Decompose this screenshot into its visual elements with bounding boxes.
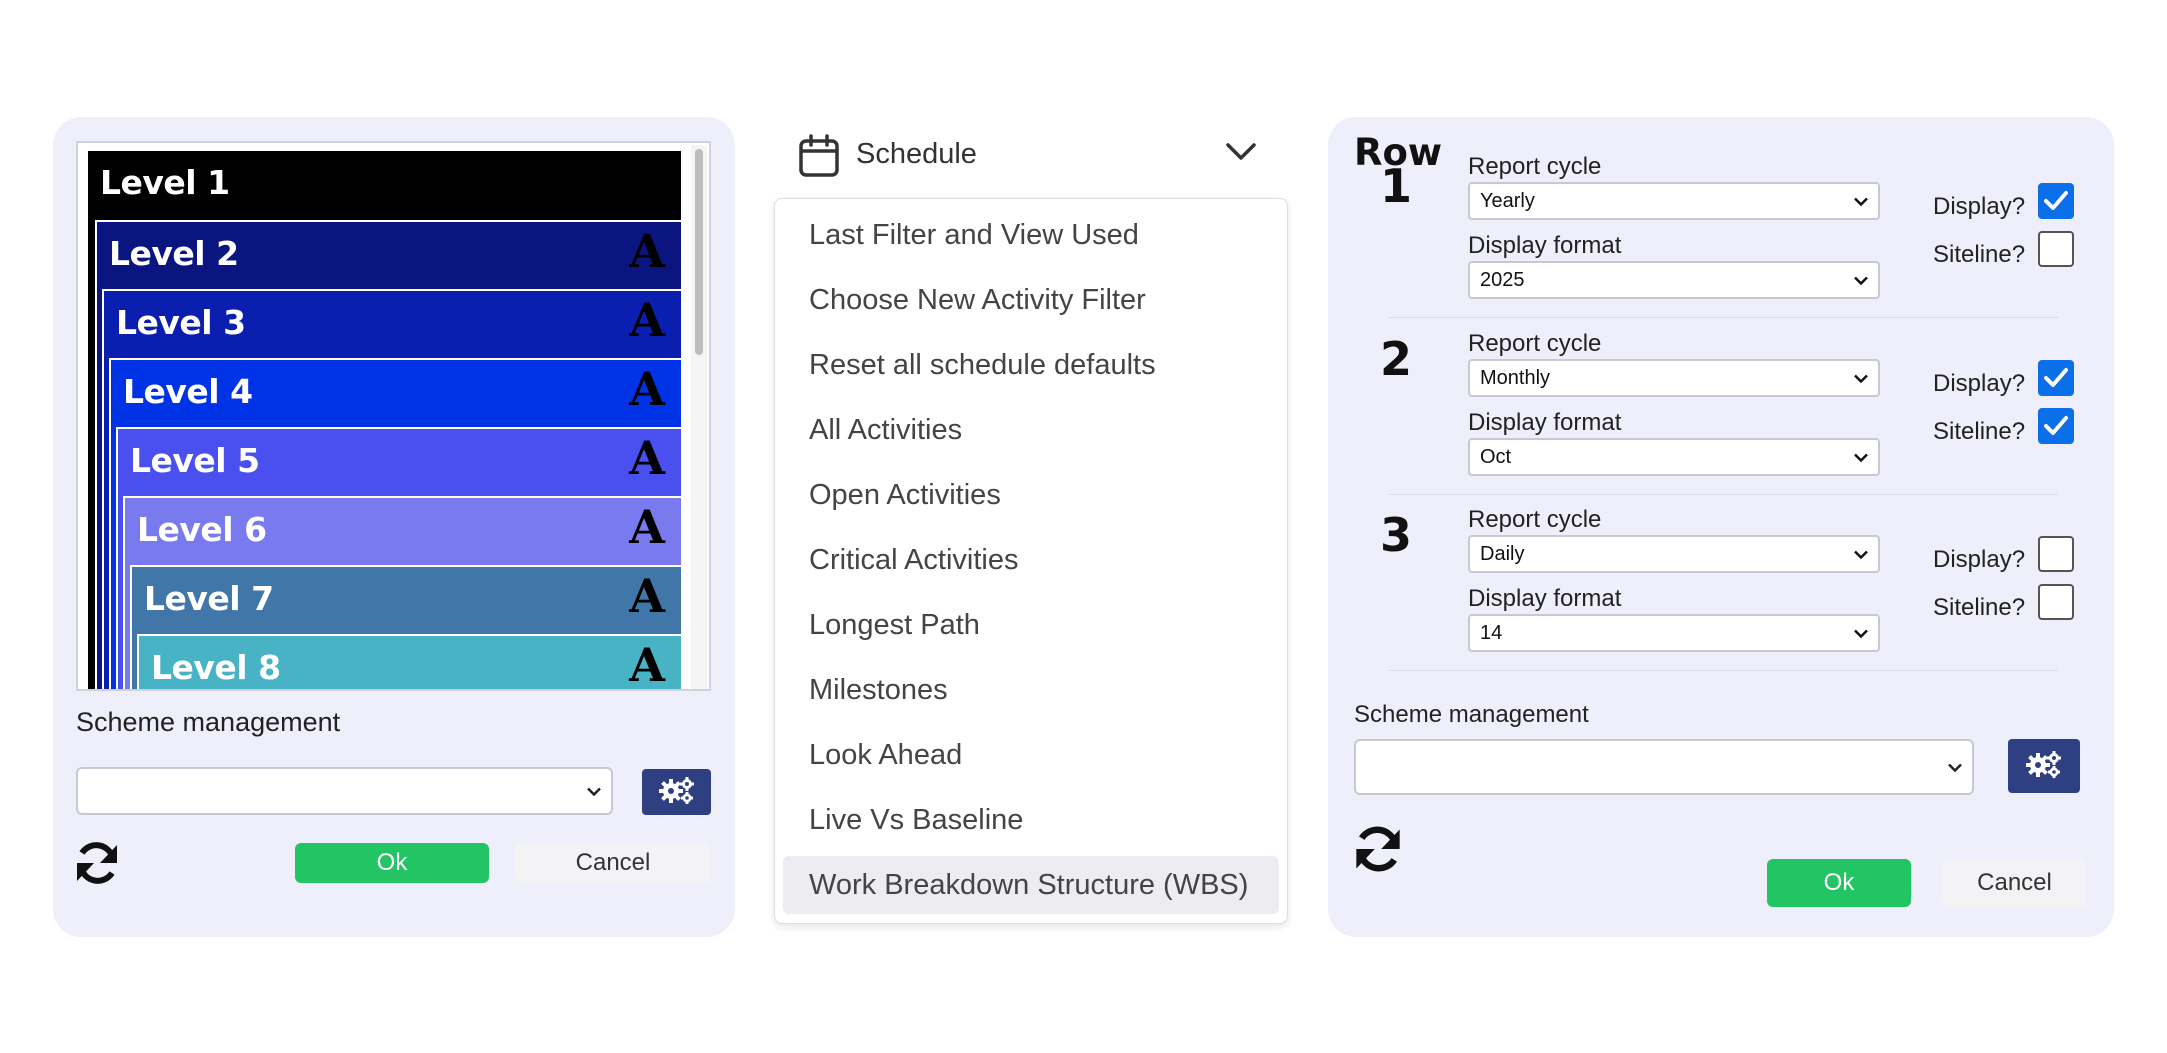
display-format-select[interactable]: 14 bbox=[1468, 614, 1880, 652]
chevron-down-icon bbox=[1226, 142, 1256, 167]
font-style-icon[interactable]: A bbox=[629, 228, 665, 274]
siteline-label: Siteline? bbox=[1933, 241, 2026, 268]
level-label: Level 8 bbox=[151, 648, 281, 687]
checkmark-icon bbox=[2044, 191, 2068, 210]
level-label: Level 1 bbox=[100, 163, 230, 202]
cancel-button[interactable]: Cancel bbox=[1943, 859, 2086, 907]
report-cycle-select[interactable]: Yearly bbox=[1468, 182, 1880, 220]
display-label: Display? bbox=[1933, 370, 2026, 397]
chevron-down-icon bbox=[1854, 190, 1868, 213]
siteline-checkbox[interactable] bbox=[2038, 584, 2074, 620]
font-style-icon[interactable]: A bbox=[629, 642, 665, 688]
level-label: Level 3 bbox=[116, 303, 246, 342]
chevron-down-icon bbox=[1854, 622, 1868, 645]
display-format-value: 14 bbox=[1480, 621, 1503, 644]
ok-button[interactable]: Ok bbox=[295, 843, 489, 883]
report-cycle-value: Daily bbox=[1480, 542, 1525, 565]
display-label: Display? bbox=[1933, 193, 2026, 220]
level-label: Level 5 bbox=[130, 441, 260, 480]
checkmark-icon bbox=[2044, 416, 2068, 435]
menu-item[interactable]: Last Filter and View Used bbox=[783, 206, 1279, 264]
checkmark-icon bbox=[2044, 368, 2068, 387]
display-checkbox[interactable] bbox=[2038, 183, 2074, 219]
scheme-management-label: Scheme management bbox=[76, 707, 341, 737]
display-format-label: Display format bbox=[1468, 585, 1622, 612]
report-cycle-label: Report cycle bbox=[1468, 506, 1602, 533]
display-label: Display? bbox=[1933, 546, 2026, 573]
menu-item[interactable]: Look Ahead bbox=[783, 726, 1279, 784]
chevron-down-icon bbox=[1854, 269, 1868, 292]
display-format-value: 2025 bbox=[1480, 268, 1525, 291]
menu-item[interactable]: Choose New Activity Filter bbox=[783, 271, 1279, 329]
menu-item[interactable]: All Activities bbox=[783, 401, 1279, 459]
font-style-icon[interactable]: A bbox=[629, 573, 665, 619]
display-format-select[interactable]: 2025 bbox=[1468, 261, 1880, 299]
report-cycle-value: Yearly bbox=[1480, 189, 1535, 212]
menu-item[interactable]: Critical Activities bbox=[783, 531, 1279, 589]
level-label: Level 2 bbox=[109, 234, 239, 273]
display-checkbox[interactable] bbox=[2038, 536, 2074, 572]
font-style-icon[interactable]: A bbox=[629, 297, 665, 343]
display-format-value: Oct bbox=[1480, 445, 1512, 468]
level-preview-list[interactable]: Level 1 Level 2 A Level 3 A Level 4 A Level 5AL… bbox=[76, 141, 711, 691]
siteline-checkbox[interactable] bbox=[2038, 408, 2074, 444]
row-number: 3 bbox=[1379, 508, 1412, 562]
level-row[interactable]: Level 8 A bbox=[137, 634, 681, 689]
scheme-select[interactable] bbox=[1354, 739, 1974, 795]
report-cycle-label: Report cycle bbox=[1468, 153, 1602, 180]
font-style-icon[interactable]: A bbox=[629, 504, 665, 550]
menu-item[interactable]: Longest Path bbox=[783, 596, 1279, 654]
row-divider bbox=[1388, 494, 2058, 495]
menu-item[interactable]: Reset all schedule defaults bbox=[783, 336, 1279, 394]
display-checkbox[interactable] bbox=[2038, 360, 2074, 396]
refresh-icon[interactable] bbox=[73, 839, 121, 892]
schedule-menu: Last Filter and View Used Choose New Acti… bbox=[774, 198, 1288, 924]
scheme-select[interactable] bbox=[76, 767, 613, 815]
chevron-down-icon bbox=[587, 781, 601, 802]
gears-icon bbox=[658, 775, 696, 810]
font-style-icon[interactable]: A bbox=[629, 435, 665, 481]
menu-item[interactable]: Milestones bbox=[783, 661, 1279, 719]
menu-item[interactable]: Open Activities bbox=[783, 466, 1279, 524]
display-format-select[interactable]: Oct bbox=[1468, 438, 1880, 476]
chevron-down-icon bbox=[1854, 543, 1868, 566]
siteline-label: Siteline? bbox=[1933, 418, 2026, 445]
font-style-icon[interactable]: A bbox=[629, 366, 665, 412]
level-label: Level 6 bbox=[137, 510, 267, 549]
scrollbar-thumb[interactable] bbox=[695, 149, 703, 355]
chevron-down-icon bbox=[1854, 446, 1868, 469]
chevron-down-icon bbox=[1948, 757, 1962, 778]
chevron-down-icon bbox=[1854, 367, 1868, 390]
level-label: Level 7 bbox=[144, 579, 274, 618]
siteline-label: Siteline? bbox=[1933, 594, 2026, 621]
report-cycle-label: Report cycle bbox=[1468, 330, 1602, 357]
report-cycle-select[interactable]: Daily bbox=[1468, 535, 1880, 573]
schedule-title: Schedule bbox=[856, 138, 977, 170]
refresh-icon[interactable] bbox=[1352, 823, 1404, 880]
row-divider bbox=[1388, 317, 2058, 318]
level-label: Level 4 bbox=[123, 372, 253, 411]
row-number: 1 bbox=[1379, 159, 1412, 213]
scheme-settings-button[interactable] bbox=[2008, 739, 2080, 793]
row-divider bbox=[1388, 670, 2058, 671]
report-cycle-value: Monthly bbox=[1480, 366, 1551, 389]
menu-item[interactable]: Work Breakdown Structure (WBS) bbox=[783, 856, 1279, 914]
row-number: 2 bbox=[1379, 332, 1412, 386]
level-style-panel: Level 1 Level 2 A Level 3 A Level 4 A Level 5AL… bbox=[53, 117, 735, 937]
scheme-settings-button[interactable] bbox=[642, 769, 711, 815]
calendar-icon bbox=[798, 134, 840, 183]
menu-item[interactable]: Live Vs Baseline bbox=[783, 791, 1279, 849]
gears-icon bbox=[2025, 749, 2063, 784]
ok-button[interactable]: Ok bbox=[1767, 859, 1911, 907]
display-format-label: Display format bbox=[1468, 232, 1622, 259]
scheme-management-label: Scheme management bbox=[1354, 701, 1589, 728]
cancel-button[interactable]: Cancel bbox=[515, 843, 711, 883]
row-settings-panel: Row 1 Report cycle Yearly Display format 202… bbox=[1328, 117, 2114, 937]
report-cycle-select[interactable]: Monthly bbox=[1468, 359, 1880, 397]
schedule-dropdown-toggle[interactable]: Schedule bbox=[780, 120, 1280, 192]
display-format-label: Display format bbox=[1468, 409, 1622, 436]
level-stack: Level 1 Level 2 A Level 3 A Level 4 A Level 5AL… bbox=[88, 151, 681, 689]
scrollbar[interactable] bbox=[691, 145, 707, 689]
siteline-checkbox[interactable] bbox=[2038, 231, 2074, 267]
